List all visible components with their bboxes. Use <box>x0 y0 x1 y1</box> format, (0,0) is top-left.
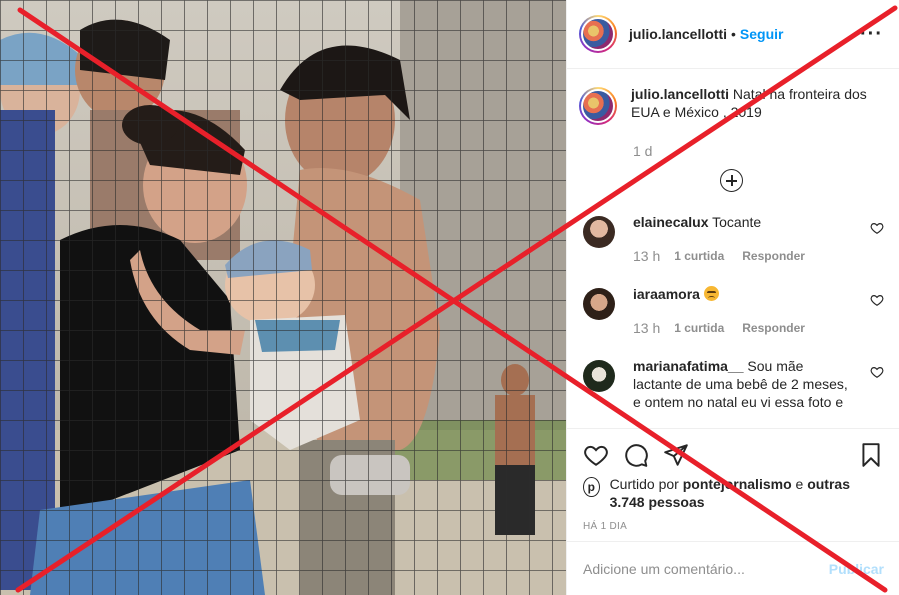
caption-text: julio.lancellotti Natal na fronteira dos… <box>631 85 884 125</box>
likes-summary: p Curtido por pontejornalismo e outras 3… <box>583 475 884 511</box>
commenter-avatar[interactable] <box>583 288 615 320</box>
photo-illustration <box>0 0 566 595</box>
commenter-username[interactable]: elainecalux <box>633 214 709 230</box>
more-options-icon[interactable]: ··· <box>860 24 883 44</box>
posted-time[interactable]: HÁ 1 DIA <box>583 521 884 532</box>
comment-input[interactable] <box>583 560 829 577</box>
add-comment-bar: Publicar <box>567 541 899 595</box>
comment-time[interactable]: 13 h <box>633 247 660 265</box>
post-caption: julio.lancellotti Natal na fronteira dos… <box>579 85 884 125</box>
like-comment-heart-icon[interactable] <box>870 365 884 379</box>
follow-button[interactable]: Seguir <box>740 26 784 42</box>
separator-dot: • <box>731 26 736 42</box>
liked-by-prefix: Curtido por <box>609 476 679 492</box>
comment-likes[interactable]: 1 curtida <box>674 247 724 265</box>
post-actions: p Curtido por pontejornalismo e outras 3… <box>567 428 899 541</box>
liked-by-connector: e <box>795 476 804 492</box>
caption-time: 1 d <box>633 143 653 159</box>
post-photo[interactable] <box>0 0 566 595</box>
comment-item: iaraamora 13 h 1 curtida Responder <box>579 285 884 337</box>
comments-list[interactable]: julio.lancellotti Natal na fronteira dos… <box>567 69 899 429</box>
caption-author-avatar[interactable] <box>579 87 617 125</box>
post-header: julio.lancellotti • Seguir ··· <box>567 0 899 69</box>
plus-circle-icon[interactable] <box>720 169 743 192</box>
angry-face-icon <box>703 286 719 301</box>
save-bookmark-icon[interactable] <box>858 442 884 468</box>
comment-item: marianafatima__ Sou mãe lactante de uma … <box>579 357 884 411</box>
like-comment-heart-icon[interactable] <box>870 221 884 235</box>
like-comment-heart-icon[interactable] <box>870 293 884 307</box>
author-username[interactable]: julio.lancellotti <box>629 26 727 42</box>
load-more-comments-button[interactable] <box>579 169 884 193</box>
liker-username[interactable]: pontejornalismo <box>683 476 792 492</box>
commenter-username[interactable]: marianafatima__ <box>633 358 744 374</box>
reply-button[interactable]: Responder <box>742 247 805 265</box>
action-bar <box>583 429 884 477</box>
reply-button[interactable]: Responder <box>742 319 805 337</box>
comment-bubble-icon[interactable] <box>623 442 649 468</box>
commenter-username[interactable]: iaraamora <box>633 286 700 302</box>
comment-text: Tocante <box>712 214 762 230</box>
like-heart-icon[interactable] <box>583 442 609 468</box>
publish-button[interactable]: Publicar <box>829 561 884 577</box>
caption-author[interactable]: julio.lancellotti <box>631 86 729 102</box>
author-avatar[interactable] <box>579 15 617 53</box>
commenter-avatar[interactable] <box>583 216 615 248</box>
commenter-avatar[interactable] <box>583 360 615 392</box>
comment-time[interactable]: 13 h <box>633 319 660 337</box>
liker-avatar[interactable]: p <box>583 477 600 497</box>
comment-item: elainecalux Tocante 13 h 1 curtida Respo… <box>579 213 884 265</box>
share-paper-plane-icon[interactable] <box>663 442 689 468</box>
comment-likes[interactable]: 1 curtida <box>674 319 724 337</box>
post-sidebar: julio.lancellotti • Seguir ··· julio.lan… <box>566 0 899 595</box>
